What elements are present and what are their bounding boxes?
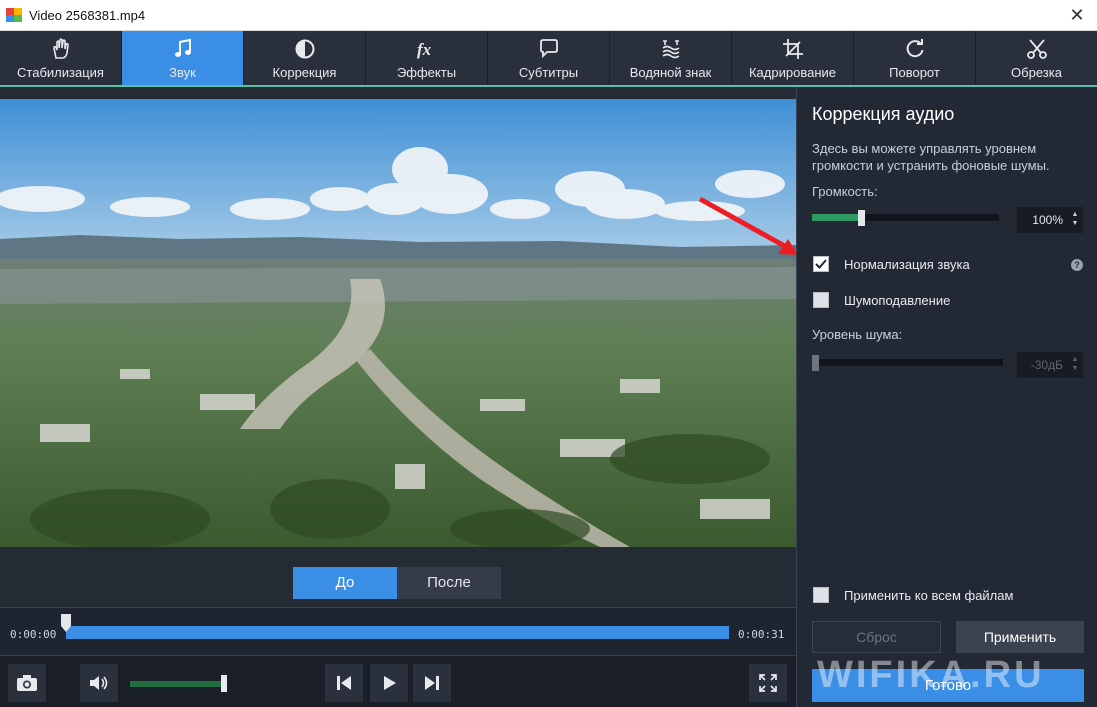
current-time: 0:00:00 (10, 628, 57, 641)
total-duration: 0:00:31 (738, 628, 785, 641)
fullscreen-button[interactable] (749, 664, 787, 702)
panel-description: Здесь вы можете управлять уровнем громко… (812, 141, 1050, 173)
after-button[interactable]: После (397, 567, 501, 599)
music-note-icon (122, 37, 243, 61)
fx-icon: fx (366, 37, 487, 61)
volume-slider-track[interactable] (812, 214, 999, 221)
tab-correction[interactable]: Коррекция (244, 31, 366, 85)
volume-slider-handle[interactable] (221, 675, 228, 692)
watermark-icon (610, 37, 731, 61)
tab-effects[interactable]: fx Эффекты (366, 31, 488, 85)
normalize-label: Нормализация звука (844, 257, 970, 272)
panel-title: Коррекция аудио (812, 104, 955, 124)
next-frame-button[interactable] (413, 664, 451, 702)
video-preview-area (0, 87, 796, 607)
tab-label: Эффекты (396, 65, 457, 80)
checkmark-icon (815, 259, 827, 269)
tab-label: Обрезка (1011, 65, 1062, 80)
timeline-track[interactable] (66, 626, 729, 639)
snapshot-button[interactable] (8, 664, 46, 702)
audio-correction-panel: Коррекция аудио Здесь вы можете управлят… (796, 87, 1097, 707)
title-bar: Video 2568381.mp4 ✕ (0, 0, 1097, 31)
timeline: 0:00:00 0:00:31 (0, 607, 796, 655)
app-logo-icon (6, 8, 22, 22)
volume-slider[interactable] (130, 681, 226, 687)
tool-tabs: Стабилизация Звук Коррекция fx Эффекты С… (0, 31, 1097, 85)
apply-button[interactable]: Применить (956, 621, 1084, 653)
player-controls (0, 655, 796, 707)
apply-all-checkbox[interactable] (813, 587, 829, 603)
mute-button[interactable] (80, 664, 118, 702)
noise-level-spinbox[interactable]: -30дБ ▲ ▼ (1017, 352, 1083, 378)
tab-rotate[interactable]: Поворот (854, 31, 976, 85)
speech-bubble-icon (488, 37, 609, 61)
window-title: Video 2568381.mp4 (29, 8, 146, 23)
volume-value: 100% (1032, 213, 1063, 227)
tab-stabilization[interactable]: Стабилизация (0, 31, 122, 85)
volume-label: Громкость: (812, 184, 878, 199)
camera-icon (17, 675, 37, 691)
close-icon[interactable]: ✕ (1065, 3, 1089, 27)
tab-label: Стабилизация (17, 65, 104, 80)
tab-crop[interactable]: Кадрирование (732, 31, 854, 85)
help-icon[interactable]: ? (1071, 259, 1083, 271)
noise-level-slider-track[interactable] (812, 359, 1003, 366)
before-after-toggle: До После (293, 567, 502, 599)
crop-icon (732, 37, 853, 61)
noise-level-value: -30дБ (1030, 358, 1063, 372)
apply-all-label: Применить ко всем файлам (844, 588, 1014, 603)
volume-spinbox[interactable]: 100% ▲ ▼ (1017, 207, 1083, 233)
noise-level-label: Уровень шума: (812, 327, 903, 342)
play-icon (384, 676, 396, 690)
volume-slider-fill (812, 214, 861, 221)
step-back-icon (337, 676, 351, 690)
tab-watermark[interactable]: Водяной знак (610, 31, 732, 85)
tab-trim[interactable]: Обрезка (976, 31, 1097, 85)
tab-label: Поворот (889, 65, 940, 80)
previous-frame-button[interactable] (325, 664, 363, 702)
svg-text:fx: fx (417, 40, 432, 59)
fullscreen-icon (759, 674, 777, 692)
tab-label: Звук (169, 65, 196, 80)
normalize-checkbox[interactable] (813, 256, 829, 272)
volume-slider-handle[interactable] (857, 210, 865, 226)
noise-reduction-checkbox[interactable] (813, 292, 829, 308)
tab-label: Субтитры (518, 65, 579, 80)
playhead-handle[interactable] (61, 614, 71, 632)
before-button[interactable]: До (293, 567, 397, 599)
watermark-overlay: WIFIKA.RU (817, 654, 1045, 696)
tab-label: Кадрирование (748, 65, 836, 80)
tab-subtitles[interactable]: Субтитры (488, 31, 610, 85)
noise-reduction-label: Шумоподавление (844, 293, 951, 308)
hand-icon (0, 37, 121, 61)
contrast-icon (244, 37, 365, 61)
scissors-icon (976, 37, 1097, 61)
spin-arrows-icon[interactable]: ▲ ▼ (1070, 355, 1080, 373)
noise-level-slider-handle[interactable] (812, 355, 819, 371)
step-forward-icon (425, 676, 439, 690)
reset-button[interactable]: Сброс (812, 621, 941, 653)
speaker-icon (90, 676, 108, 690)
play-button[interactable] (370, 664, 408, 702)
tab-sound[interactable]: Звук (122, 31, 244, 85)
tab-label: Водяной знак (629, 65, 712, 80)
spin-arrows-icon[interactable]: ▲ ▼ (1070, 210, 1080, 228)
video-frame[interactable] (0, 99, 796, 547)
tab-label: Коррекция (272, 65, 337, 80)
rotate-icon (854, 37, 975, 61)
